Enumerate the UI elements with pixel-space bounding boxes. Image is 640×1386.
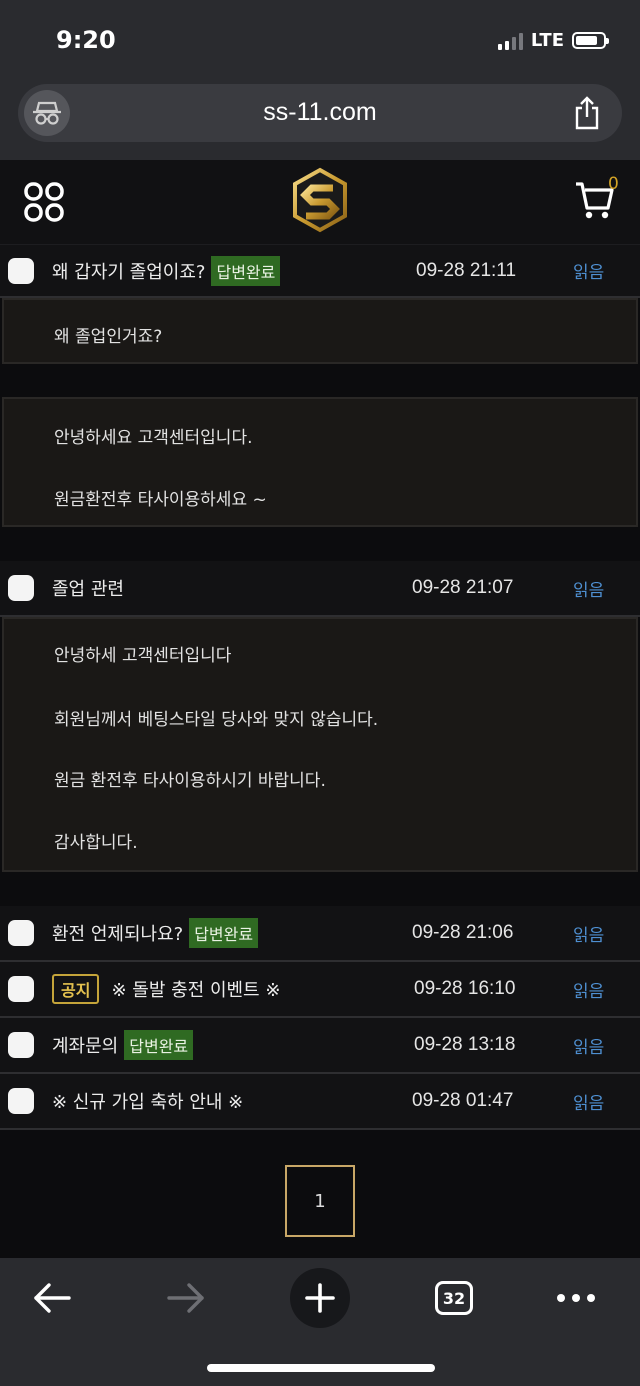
row-checkbox[interactable]: [8, 976, 34, 1002]
answer-line: 원금 환전후 타사이용하시기 바랍니다.: [54, 771, 326, 791]
cart-count-badge: 0: [608, 174, 619, 194]
question-box: 왜 졸업인거죠?: [2, 298, 638, 364]
read-status: 읽음: [573, 925, 605, 946]
plus-icon[interactable]: [290, 1268, 350, 1328]
answered-badge: 답변완료: [124, 1030, 194, 1060]
battery-icon: [572, 32, 609, 49]
row-title[interactable]: 환전 언제되나요? 답변완료: [52, 918, 259, 948]
answered-badge: 답변완료: [211, 255, 281, 286]
home-indicator[interactable]: [207, 1364, 435, 1372]
page-button-current[interactable]: 1: [285, 1165, 355, 1237]
signal-icon: [497, 32, 523, 50]
network-label: LTE: [530, 30, 564, 51]
row-date: 09-28 01:47: [412, 1090, 514, 1111]
row-date: 09-28 21:06: [412, 922, 514, 943]
row-checkbox[interactable]: [8, 1032, 34, 1058]
row-date: 09-28 16:10: [414, 978, 516, 999]
row-title[interactable]: 계좌문의 답변완료: [52, 1030, 194, 1060]
forward-arrow-icon[interactable]: [156, 1268, 216, 1328]
answer-line: 안녕하세요 고객센터입니다.: [54, 428, 253, 448]
list-item[interactable]: 졸업 관련 09-28 21:07 읽음: [0, 561, 640, 617]
status-time: 9:20: [56, 26, 116, 54]
list-item[interactable]: 왜 갑자기 졸업이죠? 답변완료 09-28 21:11 읽음: [0, 245, 640, 298]
read-status: 읽음: [573, 263, 605, 283]
row-date: 09-28 21:11: [416, 259, 517, 281]
tabs-button[interactable]: 32: [424, 1268, 484, 1328]
list-item[interactable]: 환전 언제되나요? 답변완료 09-28 21:06 읽음: [0, 906, 640, 962]
read-status: 읽음: [573, 1093, 605, 1114]
row-checkbox[interactable]: [8, 1088, 34, 1114]
read-status: 읽음: [573, 981, 605, 1002]
read-status: 읽음: [573, 580, 605, 601]
answered-badge: 답변완료: [189, 918, 259, 948]
more-icon[interactable]: [546, 1268, 606, 1328]
answer-box: 안녕하세 고객센터입니다 회원님께서 베팅스타일 당사와 맞지 않습니다. 원금…: [2, 617, 638, 872]
row-date: 09-28 13:18: [414, 1034, 516, 1055]
row-date: 09-28 21:07: [412, 577, 514, 598]
answer-box: 안녕하세요 고객센터입니다. 원금환전후 타사이용하세요 ~: [2, 397, 638, 527]
logo-icon[interactable]: [290, 166, 350, 240]
row-title-text: ※ 돌발 충전 이벤트 ※: [111, 980, 281, 1001]
question-text: 왜 졸업인거죠?: [54, 327, 163, 347]
answer-line: 안녕하세 고객센터입니다: [54, 646, 232, 666]
row-title-text: 계좌문의: [52, 1036, 119, 1057]
answer-line: 회원님께서 베팅스타일 당사와 맞지 않습니다.: [54, 710, 379, 730]
row-checkbox[interactable]: [8, 575, 34, 601]
address-bar[interactable]: ss-11.com: [18, 84, 622, 142]
browser-top-bar: 9:20 LTE ss-11.com: [0, 0, 640, 160]
answer-line: 감사합니다.: [54, 833, 138, 853]
row-title-text: 환전 언제되나요?: [52, 924, 184, 945]
url-text[interactable]: ss-11.com: [18, 98, 622, 127]
notice-badge: 공지: [52, 974, 100, 1004]
row-title[interactable]: ※ 신규 가입 축하 안내 ※: [52, 1088, 243, 1114]
list-item[interactable]: ※ 신규 가입 축하 안내 ※ 09-28 01:47 읽음: [0, 1074, 640, 1130]
read-status: 읽음: [573, 1037, 605, 1058]
row-checkbox[interactable]: [8, 257, 34, 284]
menu-icon[interactable]: [24, 182, 64, 226]
row-title-text: ※ 신규 가입 축하 안내 ※: [52, 1092, 244, 1113]
site-header: 0: [0, 160, 640, 245]
row-title[interactable]: 졸업 관련: [52, 575, 124, 601]
back-arrow-icon[interactable]: [22, 1268, 82, 1328]
row-title[interactable]: 왜 갑자기 졸업이죠? 답변완료: [52, 255, 281, 286]
new-tab-button[interactable]: [290, 1268, 350, 1328]
status-indicators: LTE: [497, 30, 609, 51]
tab-count[interactable]: 32: [435, 1281, 473, 1315]
list-item[interactable]: 계좌문의 답변완료 09-28 13:18 읽음: [0, 1018, 640, 1074]
share-icon[interactable]: [572, 96, 602, 134]
answer-line: 원금환전후 타사이용하세요 ~: [54, 490, 267, 510]
row-title-text: 왜 갑자기 졸업이죠?: [52, 261, 206, 283]
row-checkbox[interactable]: [8, 920, 34, 946]
row-title-text: 졸업 관련: [52, 579, 124, 600]
row-title[interactable]: 공지 ※ 돌발 충전 이벤트 ※: [52, 974, 280, 1004]
list-item[interactable]: 공지 ※ 돌발 충전 이벤트 ※ 09-28 16:10 읽음: [0, 962, 640, 1018]
